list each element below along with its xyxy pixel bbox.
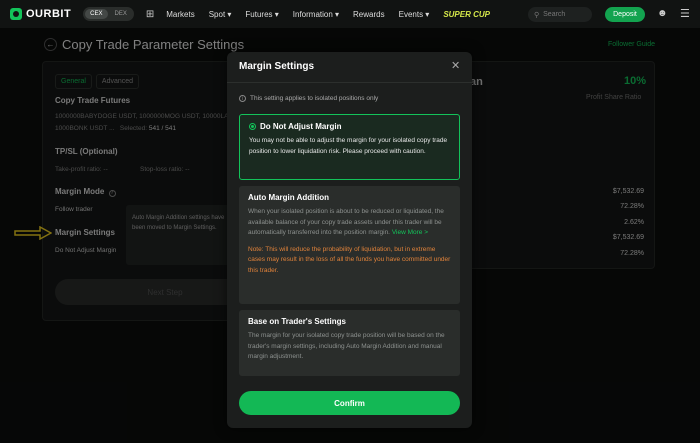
close-icon: ✕ (451, 60, 461, 72)
option-title-text: Do Not Adjust Margin (260, 122, 342, 131)
option-warning-note: Note: This will reduce the probability o… (248, 245, 451, 274)
divider (227, 82, 472, 83)
option-title: Base on Trader's Settings (248, 317, 346, 326)
nav-super-cup[interactable]: SUPER CUP (443, 10, 490, 19)
cex-option[interactable]: CEX (85, 9, 108, 19)
dex-option[interactable]: DEX (110, 9, 132, 19)
apps-grid-icon[interactable]: ⊞ (146, 9, 154, 20)
page: OURBIT CEX DEX ⊞ Markets Spot ▾ Futures … (0, 0, 700, 443)
menu-icon[interactable]: ☰ (680, 7, 690, 20)
option-title: Auto Margin Addition (248, 193, 330, 202)
margin-settings-modal: Margin Settings ✕ i This setting applies… (227, 52, 472, 428)
option-desc: The margin for your isolated copy trade … (248, 332, 445, 360)
nav-rewards[interactable]: Rewards (353, 10, 385, 19)
info-icon: i (239, 95, 246, 102)
option-desc: You may not be able to adjust the margin… (249, 137, 448, 155)
option-desc: When your isolated position is about to … (248, 207, 451, 239)
search-placeholder: Search (543, 11, 566, 18)
option-base-on-trader-settings[interactable]: Base on Trader's Settings The margin for… (239, 310, 460, 376)
option-title: Do Not Adjust Margin (249, 122, 450, 131)
isolated-notice: i This setting applies to isolated posit… (239, 95, 378, 102)
nav-events[interactable]: Events ▾ (399, 10, 430, 19)
view-more-link[interactable]: View More > (392, 229, 428, 236)
modal-title: Margin Settings (239, 61, 315, 72)
deposit-button[interactable]: Deposit (605, 7, 645, 22)
confirm-button[interactable]: Confirm (239, 391, 460, 415)
search-icon: ⚲ (534, 11, 540, 19)
nav-futures[interactable]: Futures ▾ (245, 10, 278, 19)
cex-dex-toggle[interactable]: CEX DEX (83, 7, 134, 21)
logo-icon (10, 8, 22, 20)
top-nav: OURBIT CEX DEX ⊞ Markets Spot ▾ Futures … (0, 0, 700, 28)
logo[interactable]: OURBIT (10, 8, 71, 20)
nav-markets[interactable]: Markets (166, 10, 194, 19)
close-button[interactable]: ✕ (451, 59, 460, 72)
radio-selected-icon (249, 123, 256, 130)
nav-menu: Markets Spot ▾ Futures ▾ Information ▾ R… (166, 10, 490, 19)
nav-spot[interactable]: Spot ▾ (209, 10, 232, 19)
option-auto-margin-addition[interactable]: Auto Margin Addition When your isolated … (239, 186, 460, 304)
search-input[interactable]: ⚲ Search (528, 7, 592, 22)
logo-text: OURBIT (26, 8, 72, 20)
user-icon[interactable]: ☻ (657, 8, 668, 19)
notice-text: This setting applies to isolated positio… (250, 95, 379, 102)
option-do-not-adjust-margin[interactable]: Do Not Adjust Margin You may not be able… (239, 114, 460, 180)
nav-information[interactable]: Information ▾ (293, 10, 339, 19)
